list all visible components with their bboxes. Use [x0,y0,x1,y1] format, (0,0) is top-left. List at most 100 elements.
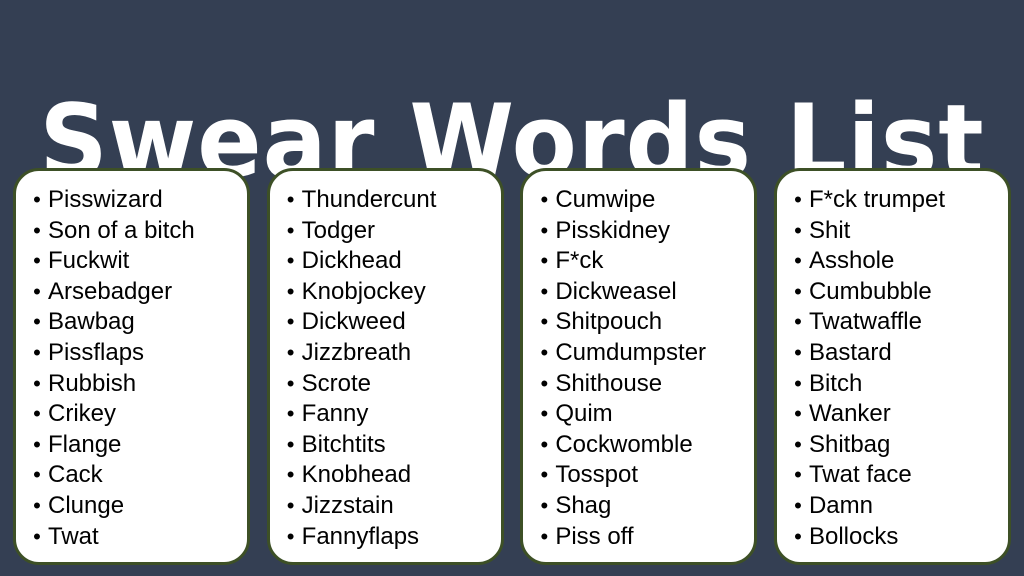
word-list-2: • Thundercunt • Todger • Dickhead • Knob… [280,185,493,552]
bullet-icon: • [794,370,802,396]
bullet-icon: • [794,278,802,304]
bullet-icon: • [794,309,802,335]
bullet-icon: • [794,462,802,488]
word-label: Twatwaffle [808,308,922,336]
word-label: Wanker [808,400,891,428]
bullet-icon: • [540,248,549,274]
bullet-icon: • [33,462,41,488]
word-label: Pissflaps [48,338,145,366]
list-item: • Damn [787,491,1000,522]
list-item: • F*ck [533,246,746,277]
word-label: Bawbag [48,308,135,336]
list-item: • Shit [787,216,1000,247]
word-card-2: • Thundercunt • Todger • Dickhead • Knob… [266,168,504,565]
list-item: • Pisswizard [26,185,239,216]
list-item: • Twat face [787,460,1000,491]
list-item: • Arsebadger [26,277,239,308]
bullet-icon: • [794,492,802,518]
list-item: • Fuckwit [26,246,239,277]
word-label: Thundercunt [301,186,437,213]
bullet-icon: • [33,523,41,549]
word-label: Clunge [48,491,125,519]
list-item: • Cumbubble [787,277,1000,308]
list-item: • F*ck trumpet [787,185,1000,216]
bullet-icon: • [33,492,41,518]
word-label: Twat [48,522,99,550]
list-item: • Shitpouch [533,307,746,338]
list-item: • Tosspot [533,460,746,491]
list-item: • Pisskidney [533,216,746,247]
bullet-icon: • [286,339,295,365]
bullet-icon: • [286,370,295,396]
word-label: F*ck trumpet [808,186,945,213]
bullet-icon: • [33,248,41,274]
bullet-icon: • [33,309,41,335]
bullet-icon: • [794,248,802,274]
bullet-icon: • [286,462,295,488]
bullet-icon: • [286,431,295,457]
word-label: Bitchtits [301,430,386,458]
word-label: Shitpouch [555,308,663,336]
word-label: Tosspot [555,461,639,489]
bullet-icon: • [286,523,295,549]
list-item: • Cockwomble [533,430,746,461]
bullet-icon: • [540,492,549,518]
list-item: • Knobhead [280,460,493,491]
word-label: Shit [808,216,851,244]
bullet-icon: • [540,217,549,243]
word-label: Dickweed [301,308,406,336]
list-item: • Pissflaps [26,338,239,369]
bullet-icon: • [540,370,549,396]
list-item: • Todger [280,216,493,247]
bullet-icon: • [286,492,295,518]
list-item: • Son of a bitch [26,216,239,247]
bullet-icon: • [286,309,295,335]
word-label: Piss off [555,522,634,550]
list-item: • Bastard [787,338,1000,369]
bullet-icon: • [33,401,41,427]
word-label: Asshole [808,247,895,275]
word-label: Cockwomble [555,430,693,458]
bullet-icon: • [33,217,41,243]
list-item: • Jizzstain [280,491,493,522]
list-item: • Quim [533,399,746,430]
word-label: Cack [48,461,103,489]
bullet-icon: • [794,401,802,427]
list-item: • Bitch [787,369,1000,400]
word-label: Twat face [808,461,912,489]
word-label: Arsebadger [48,277,173,305]
list-item: • Scrote [280,369,493,400]
list-item: • Cumdumpster [533,338,746,369]
list-item: • Fanny [280,399,493,430]
list-item: • Shag [533,491,746,522]
bullet-icon: • [794,217,802,243]
word-label: Pisswizard [48,186,163,213]
bullet-icon: • [33,339,41,365]
word-label: Damn [808,491,873,519]
bullet-icon: • [794,187,802,212]
list-item: • Thundercunt [280,185,493,216]
list-item: • Shitbag [787,430,1000,461]
list-item: • Knobjockey [280,277,493,308]
word-label: Scrote [301,369,372,397]
list-item: • Shithouse [533,369,746,400]
list-item: • Piss off [533,522,746,553]
list-item: • Twatwaffle [787,307,1000,338]
bullet-icon: • [794,431,802,457]
word-label: Quim [555,400,613,428]
bullet-icon: • [540,431,549,457]
bullet-icon: • [540,187,549,212]
word-list-1: • Pisswizard • Son of a bitch • Fuckwit … [26,185,239,552]
list-item: • Rubbish [26,369,239,400]
bullet-icon: • [540,309,549,335]
poster-canvas: Swear Words List • Pisswizard • Son of a… [0,0,1024,576]
list-item: • Dickhead [280,246,493,277]
bullet-icon: • [286,187,295,212]
word-card-1: • Pisswizard • Son of a bitch • Fuckwit … [13,168,250,565]
word-label: Fuckwit [48,247,130,275]
word-label: Fannyflaps [301,522,420,550]
bullet-icon: • [540,523,549,549]
word-label: Bollocks [808,522,899,550]
bullet-icon: • [540,462,549,488]
bullet-icon: • [33,278,41,304]
